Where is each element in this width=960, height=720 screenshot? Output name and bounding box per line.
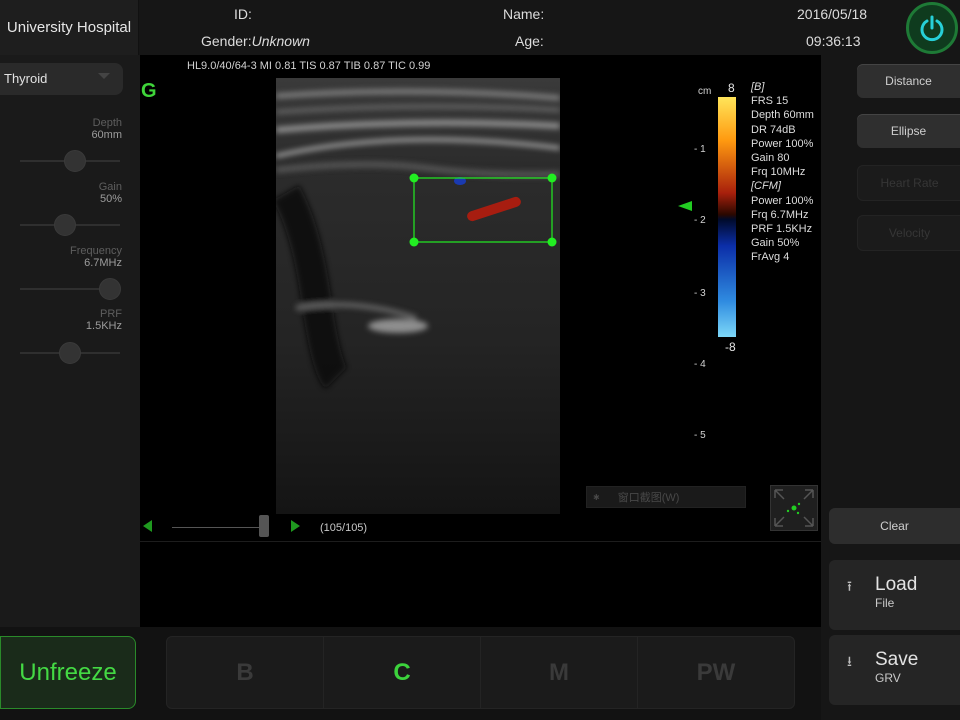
b-param: Power 100% xyxy=(751,137,814,150)
screenshot-label: 窗口截图(W) xyxy=(617,492,680,504)
save-sub-label: GRV xyxy=(875,671,901,685)
patient-name-label: Name: xyxy=(503,6,545,22)
heart-rate-button[interactable]: Heart Rate xyxy=(857,165,960,201)
cfm-param: FrAvg 4 xyxy=(751,251,790,264)
expand-icon xyxy=(774,489,814,527)
depth-tick: 2 xyxy=(700,215,706,226)
preset-value: Thyroid xyxy=(4,71,48,86)
unfreeze-button[interactable]: Unfreeze xyxy=(0,636,136,709)
save-label: Save xyxy=(875,649,919,670)
roi-handle[interactable] xyxy=(547,173,557,183)
save-grv-button[interactable]: ⭳ Save GRV xyxy=(829,635,960,705)
cfm-param: Power 100% xyxy=(751,194,814,207)
color-scale-bar xyxy=(718,97,736,337)
ultrasound-image[interactable] xyxy=(276,78,560,514)
acoustic-info-line: HL9.0/40/64-3 MI 0.81 TIS 0.87 TIB 0.87 … xyxy=(187,60,431,72)
power-button[interactable] xyxy=(906,2,958,54)
roi-handle[interactable] xyxy=(409,173,419,183)
cfm-param: Frq 6.7MHz xyxy=(751,208,809,221)
cine-prev-icon[interactable] xyxy=(143,520,152,532)
g-orientation-mark: G xyxy=(141,80,157,102)
exam-time: 09:36:13 xyxy=(806,33,861,49)
roi-handle[interactable] xyxy=(409,237,419,247)
b-param: FRS 15 xyxy=(751,95,789,108)
imaging-parameters: [B] FRS 15 Depth 60mm DR 74dB Power 100%… xyxy=(751,80,814,265)
colorbar-bottom-value: -8 xyxy=(725,340,736,354)
cine-track[interactable] xyxy=(172,527,264,528)
prf-slider-knob[interactable] xyxy=(59,342,81,364)
cfm-header: [CFM] xyxy=(751,180,781,193)
fullscreen-button[interactable] xyxy=(770,485,818,531)
hospital-name: University Hospital xyxy=(0,0,139,55)
cfm-param: PRF 1.5KHz xyxy=(751,223,813,236)
mode-b-button[interactable]: B xyxy=(167,637,324,708)
frequency-slider-label: Frequency 6.7MHz xyxy=(70,245,122,269)
depth-slider-knob[interactable] xyxy=(64,150,86,172)
prf-slider-label: PRF 1.5KHz xyxy=(85,308,122,332)
clear-button[interactable]: Clear xyxy=(829,508,960,544)
colorbar-top-value: 8 xyxy=(728,81,735,95)
patient-id-label: ID: xyxy=(234,6,252,22)
depth-slider-label: Depth 60mm xyxy=(91,117,122,141)
download-icon: ⭳ xyxy=(847,653,852,669)
mode-c-button[interactable]: C xyxy=(324,637,481,708)
gain-slider-label: Gain 50% xyxy=(98,181,122,205)
mode-pw-button[interactable]: PW xyxy=(638,637,794,708)
cine-slider-knob[interactable] xyxy=(259,515,269,537)
screenshot-button[interactable]: ✱ 窗口截图(W) xyxy=(586,486,746,508)
gender-field: Gender:Unknown xyxy=(201,33,310,49)
gender-value: Unknown xyxy=(251,33,310,49)
velocity-button[interactable]: Velocity xyxy=(857,215,960,251)
b-param: DR 74dB xyxy=(751,123,796,136)
b-param: Depth 60mm xyxy=(751,109,814,122)
gender-label: Gender: xyxy=(201,33,252,49)
frequency-slider-knob[interactable] xyxy=(99,278,121,300)
gear-icon: ✱ xyxy=(593,492,600,502)
depth-tick: 5 xyxy=(700,430,706,441)
load-file-button[interactable]: ⭱ Load File xyxy=(829,560,960,630)
age-label: Age: xyxy=(515,33,544,49)
depth-tick: 3 xyxy=(700,288,706,299)
frame-counter: (105/105) xyxy=(320,522,368,534)
b-param: Gain 80 xyxy=(751,152,790,165)
ellipse-button[interactable]: Ellipse xyxy=(857,114,960,148)
exam-date: 2016/05/18 xyxy=(797,6,868,22)
roi-handle[interactable] xyxy=(547,237,557,247)
power-icon xyxy=(920,15,944,42)
b-param: Frq 10MHz xyxy=(751,166,806,179)
focus-marker-icon[interactable] xyxy=(678,201,692,211)
gain-slider-knob[interactable] xyxy=(54,214,76,236)
image-bottom-strip xyxy=(140,541,821,628)
mode-m-button[interactable]: M xyxy=(481,637,638,708)
upload-icon: ⭱ xyxy=(847,578,852,594)
cine-next-icon[interactable] xyxy=(291,520,300,532)
b-mode-header: [B] xyxy=(751,81,765,93)
depth-tick: 1 xyxy=(700,144,706,155)
distance-button[interactable]: Distance xyxy=(857,64,960,98)
chevron-down-icon xyxy=(98,73,110,79)
preset-dropdown[interactable]: Thyroid xyxy=(0,63,123,95)
depth-tick: 4 xyxy=(700,359,706,370)
load-sub-label: File xyxy=(875,596,895,610)
cfm-param: Gain 50% xyxy=(751,237,800,250)
depth-unit: cm xyxy=(698,86,712,97)
load-label: Load xyxy=(875,574,918,595)
mode-selector: B C M PW xyxy=(166,636,795,709)
